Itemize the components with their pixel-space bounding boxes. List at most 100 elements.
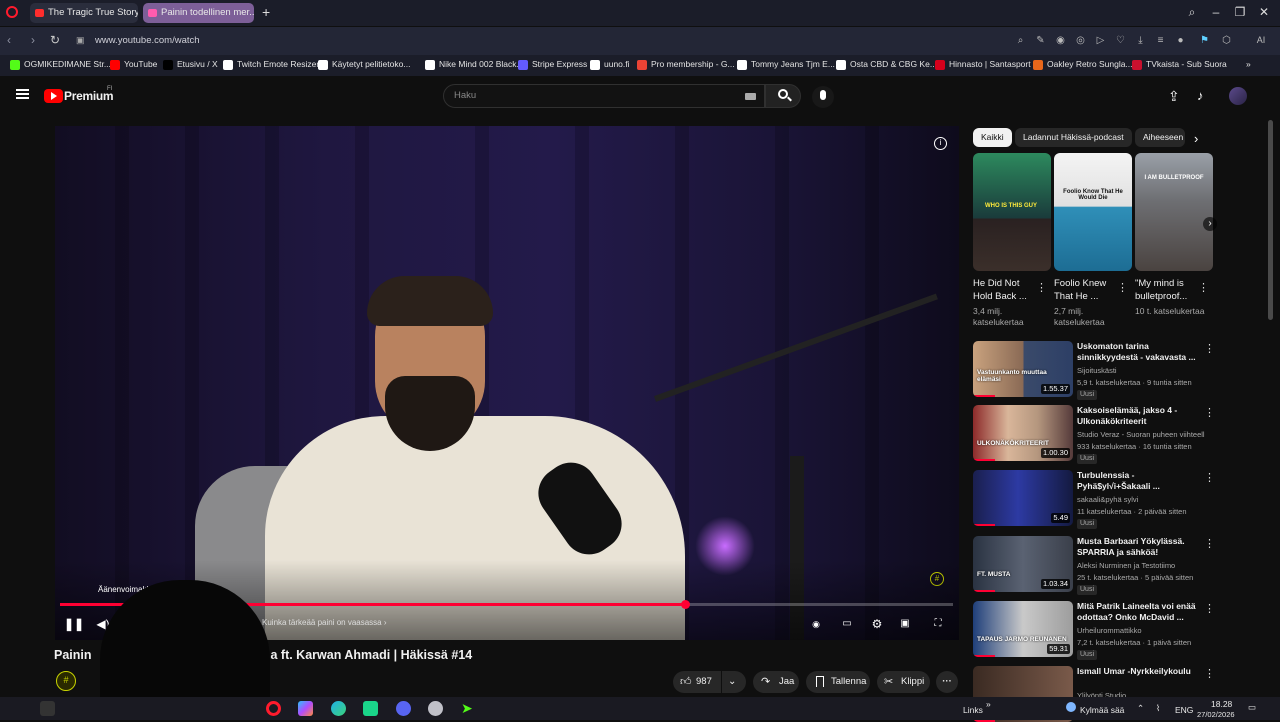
bookmark-item[interactable]: Pro membership - G... — [637, 59, 735, 70]
copilot-taskbar-icon[interactable] — [298, 701, 313, 716]
autoplay-toggle-icon[interactable]: ◉ — [808, 616, 824, 632]
extension-icon[interactable]: ⚑ — [1198, 34, 1211, 47]
related-channel[interactable]: Aleksi Nurminen ja Testotiimo — [1077, 561, 1205, 571]
short-thumbnail[interactable]: Foolio Know That He Would Die — [1054, 153, 1132, 271]
vpn-taskbar-icon[interactable] — [428, 701, 443, 716]
play-icon[interactable]: ▷ — [1094, 34, 1107, 47]
related-channel[interactable]: Urheilurommattikko — [1077, 626, 1205, 636]
related-more-icon[interactable]: ⋮ — [1204, 406, 1215, 419]
zoom-icon[interactable]: ⌕ — [1014, 34, 1027, 47]
short-more-icon[interactable]: ⋮ — [1036, 281, 1047, 294]
bookmark-item[interactable]: uuno.fi — [590, 59, 630, 70]
notifications-icon[interactable]: ▭ — [1248, 702, 1256, 713]
related-channel[interactable]: Studio Veraz - Suoran puheen viihteelli.… — [1077, 430, 1205, 440]
vpn-icon[interactable]: ◎ — [1074, 34, 1087, 47]
forward-icon[interactable]: › — [31, 33, 35, 47]
related-more-icon[interactable]: ⋮ — [1204, 342, 1215, 355]
related-title[interactable]: Mitä Patrik Laineelta voi enää odottaa? … — [1077, 601, 1205, 623]
clock-date[interactable]: 27/02/2026 — [1197, 710, 1235, 719]
related-thumbnail[interactable]: TAPAUS JARMO REUNANEN 59.31 — [973, 601, 1073, 657]
search-box[interactable]: Haku — [443, 84, 765, 108]
more-actions-button[interactable]: ··· — [936, 671, 958, 693]
hamburger-menu-icon[interactable] — [16, 89, 29, 99]
subtitles-icon[interactable]: ▭ — [839, 616, 855, 632]
dislike-button[interactable]: ⌄ — [722, 671, 746, 693]
short-more-icon[interactable]: ⋮ — [1198, 281, 1209, 294]
url-field[interactable]: www.youtube.com/watch — [95, 35, 200, 46]
tray-expand-icon[interactable]: » — [986, 699, 991, 709]
bookmark-item[interactable]: Twitch Emote Resizer — [223, 59, 319, 70]
discord-taskbar-icon[interactable] — [396, 701, 411, 716]
opera-logo-icon[interactable] — [6, 6, 18, 18]
language-label[interactable]: ENG — [1175, 705, 1193, 715]
bookmark-item[interactable]: Hinnasto | Santasport — [935, 59, 1031, 70]
bookmarks-overflow-icon[interactable]: » — [1246, 59, 1251, 69]
bookmark-item[interactable]: Stripe Express — [518, 59, 587, 70]
bookmark-item[interactable]: Etusivu / X — [163, 59, 218, 70]
short-title[interactable]: "My mind is bulletproof... — [1135, 277, 1201, 303]
new-tab-button[interactable]: + — [262, 4, 270, 20]
clip-button[interactable]: ✂ Klippi — [877, 671, 930, 693]
related-title[interactable]: Ismall Umar -Nyrkkeilykoulu — [1077, 666, 1205, 677]
keyboard-icon[interactable] — [745, 93, 756, 100]
short-more-icon[interactable]: ⋮ — [1117, 281, 1128, 294]
bookmark-item[interactable]: Osta CBD & CBG Ke... — [836, 59, 937, 70]
profile-icon[interactable]: ● — [1174, 34, 1187, 47]
like-button[interactable]: 👍︎ 987 — [673, 671, 721, 693]
shorts-next-chevron-icon[interactable]: › — [1203, 217, 1217, 231]
wifi-icon[interactable]: ⌇ — [1156, 703, 1160, 714]
settings-gear-icon[interactable]: ⚙ — [869, 616, 885, 632]
related-thumbnail[interactable]: 5.49 — [973, 470, 1073, 526]
tab-search-icon[interactable]: ⌕ — [1184, 5, 1200, 20]
download-icon[interactable]: ⤓ — [1134, 34, 1147, 47]
clock-time[interactable]: 18.28 — [1211, 699, 1232, 709]
reload-icon[interactable]: ↻ — [50, 33, 60, 47]
related-title[interactable]: Turbulenssia - Pyhä$yl√i+Šakaali ... — [1077, 470, 1205, 492]
bookmark-item[interactable]: Tommy Jeans Tjm E... — [737, 59, 835, 70]
bookmark-item[interactable]: Nike Mind 002 Black... — [425, 59, 524, 70]
opera-taskbar-icon[interactable] — [266, 701, 281, 716]
close-window-button[interactable]: ✕ — [1256, 5, 1272, 19]
search-input[interactable]: Haku — [454, 90, 476, 101]
chip-uploaded-by[interactable]: Ladannut Häkissä-podcast — [1015, 128, 1132, 147]
fullscreen-icon[interactable]: ⛶ — [930, 616, 946, 632]
bookmark-item[interactable]: YouTube — [110, 59, 157, 70]
short-title[interactable]: He Did Not Hold Back ... — [973, 277, 1039, 303]
short-title[interactable]: Foolio Knew That He ... — [1054, 277, 1120, 303]
camera-icon[interactable]: ◉ — [1054, 34, 1067, 47]
related-title[interactable]: Uskomaton tarina sinnikkyydestä - vakava… — [1077, 341, 1205, 363]
cube-icon[interactable]: ⬡ — [1220, 34, 1233, 47]
chip-all[interactable]: Kaikki — [973, 128, 1012, 147]
related-more-icon[interactable]: ⋮ — [1204, 537, 1215, 550]
related-thumbnail[interactable]: ULKONÄKÖKRITEERIT 1.00.30 — [973, 405, 1073, 461]
weather-icon[interactable] — [1066, 702, 1076, 712]
tab-tragic-true-story[interactable]: The Tragic True Story of J... — [30, 3, 138, 23]
links-label[interactable]: Links — [963, 705, 983, 715]
info-icon[interactable]: i — [934, 137, 947, 150]
restore-button[interactable]: ❐ — [1232, 5, 1248, 19]
back-icon[interactable]: ‹ — [7, 33, 11, 47]
related-thumbnail[interactable]: FT. MUSTA 1.03.34 — [973, 536, 1073, 592]
pause-button[interactable]: ❚❚ — [64, 616, 84, 632]
related-more-icon[interactable]: ⋮ — [1204, 667, 1215, 680]
share-button[interactable]: ↷ Jaa — [753, 671, 799, 693]
bookmark-item[interactable]: Oakley Retro Sungla... — [1033, 59, 1133, 70]
save-button[interactable]: Tallenna — [806, 671, 870, 693]
minimize-button[interactable]: – — [1208, 5, 1224, 19]
bookmark-item[interactable]: Käytetyt pelitietoko... — [318, 59, 410, 70]
related-more-icon[interactable]: ⋮ — [1204, 602, 1215, 615]
edit-icon[interactable]: ✎ — [1034, 34, 1047, 47]
app-taskbar-icon[interactable]: ➤ — [461, 701, 476, 716]
youtube-logo[interactable] — [44, 89, 63, 103]
channel-avatar[interactable]: # — [56, 671, 76, 691]
bookmark-item[interactable]: OGMIKEDIMANE Str... — [10, 59, 111, 70]
weather-label[interactable]: Kylmää sää — [1080, 705, 1124, 715]
taskbar-search-icon[interactable] — [40, 701, 55, 716]
ai-icon[interactable]: AI — [1250, 34, 1272, 47]
microphone-icon[interactable] — [812, 86, 834, 108]
edge-taskbar-icon[interactable] — [331, 701, 346, 716]
menu-icon[interactable]: ≡ — [1154, 34, 1167, 47]
tray-chevron-icon[interactable]: ⌃ — [1137, 703, 1144, 714]
related-thumbnail[interactable]: Vastuunkanto muuttaa elämäsi 1.55.37 — [973, 341, 1073, 397]
chips-next-chevron-icon[interactable]: › — [1194, 131, 1198, 146]
